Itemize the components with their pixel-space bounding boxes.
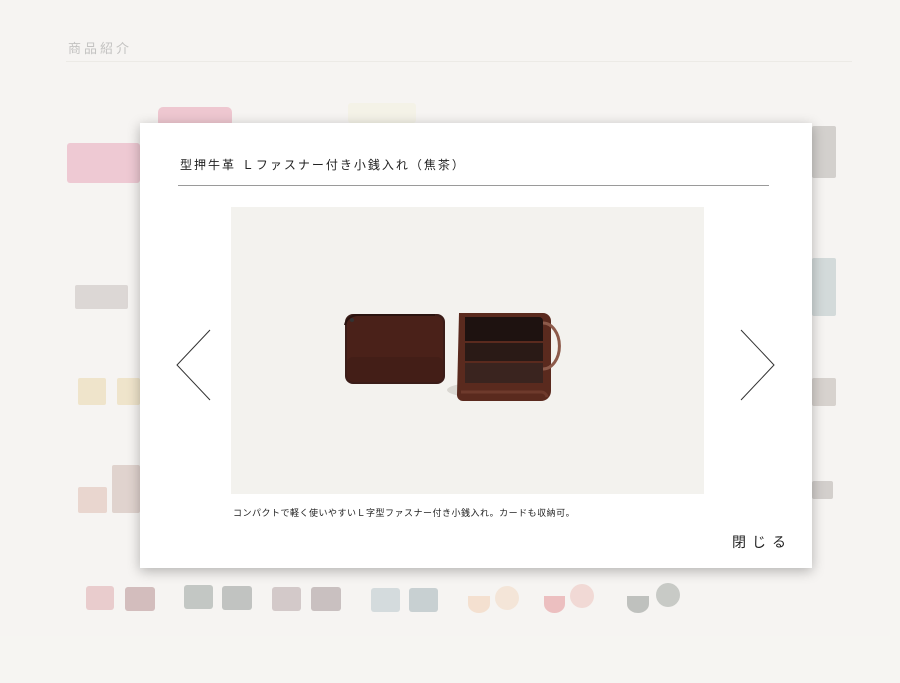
chevron-right-icon (740, 329, 775, 401)
prev-button[interactable] (174, 328, 214, 406)
chevron-left-icon (176, 329, 211, 401)
modal-title-divider (178, 185, 769, 186)
open-purse-shape (447, 313, 561, 401)
product-caption: コンパクトで軽く使いやすいＬ字型ファスナー付き小銭入れ。カードも収納可。 (233, 509, 576, 519)
close-button[interactable]: 閉じる (732, 532, 792, 552)
modal-title: 型押牛革 Ｌファスナー付き小銭入れ（焦茶） (180, 158, 466, 172)
next-button[interactable] (738, 328, 778, 406)
product-photo (231, 207, 704, 494)
closed-purse-shape (344, 314, 445, 384)
product-modal: 型押牛革 Ｌファスナー付き小銭入れ（焦茶） コンパクトで軽く使いやすいＬ字型ファ… (140, 123, 812, 568)
coin-purse-image (344, 313, 561, 401)
